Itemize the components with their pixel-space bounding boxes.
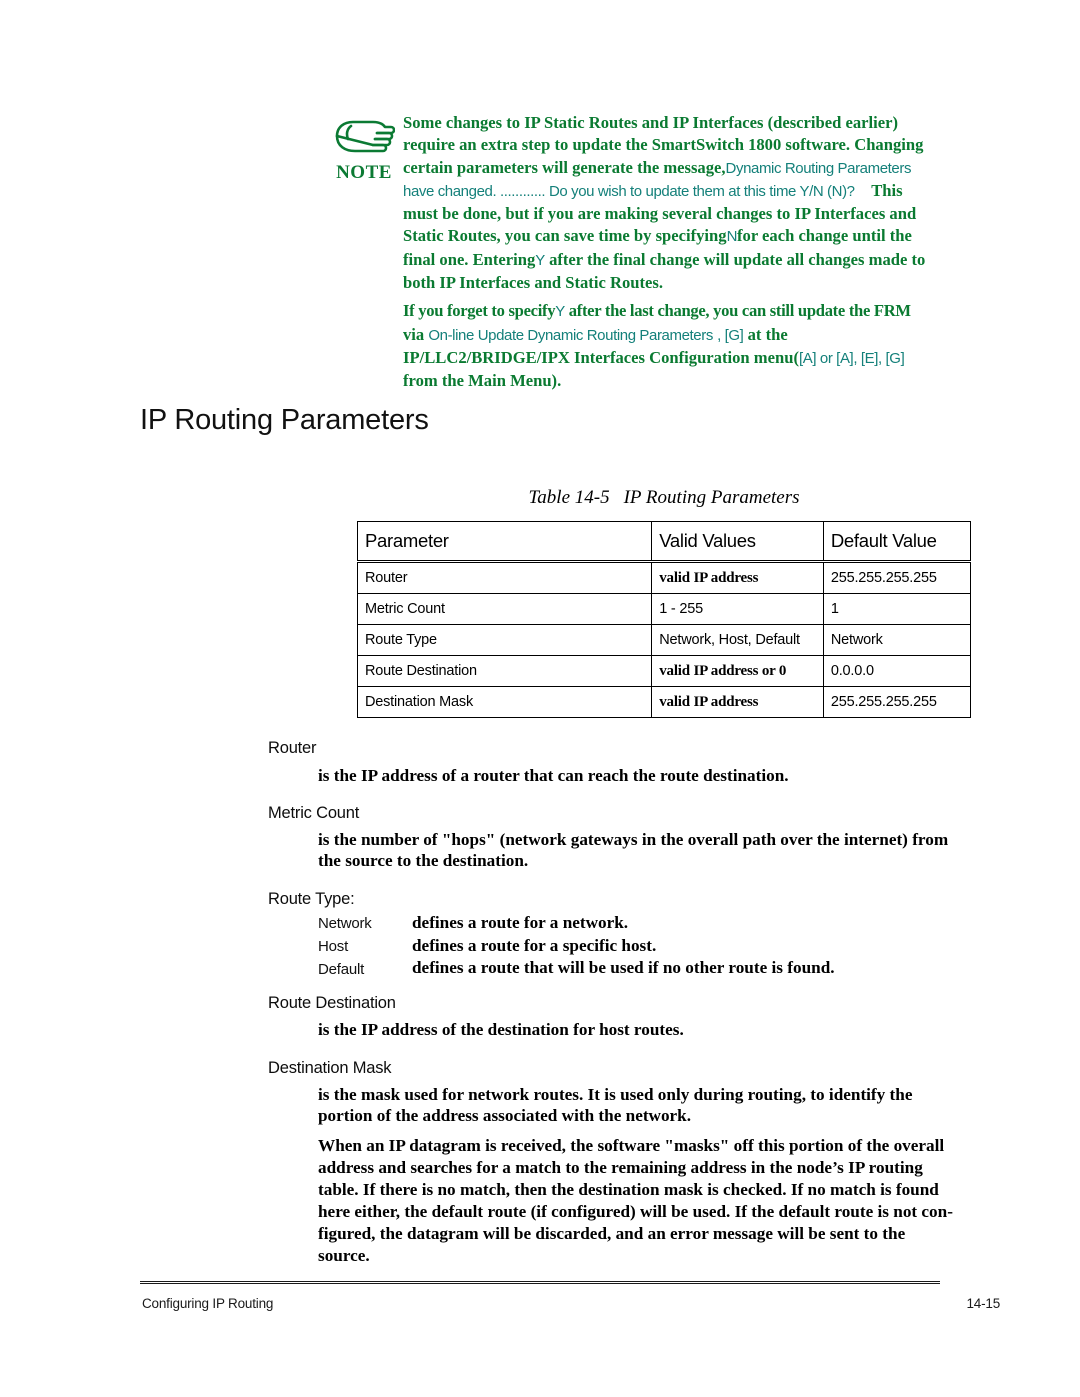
note-icon-group: NOTE <box>325 118 403 182</box>
note-line-3: certain parameters will generate the mes… <box>403 157 912 177</box>
definition-body-destination-mask-line2: portion of the address associated with t… <box>318 1106 692 1125</box>
cell-parameter: Router <box>356 560 653 594</box>
definition-body-metric-count-line2: the source to the destination. <box>318 851 529 870</box>
table-row: Destination Mask valid IP address 255.25… <box>356 686 972 718</box>
cell-parameter: Route Type <box>356 624 653 656</box>
table-row: Router valid IP address 255.255.255.255 <box>356 560 972 594</box>
destination-mask-para2-line3: table. If there is no match, then the de… <box>318 1180 939 1199</box>
note-menu-key-g: , [G] <box>717 326 744 344</box>
definition-body-router: is the IP address of a router that can r… <box>318 766 789 785</box>
cell-valid-values: valid IP address <box>651 686 824 718</box>
ip-routing-parameters-table: Parameter Valid Values Default Value Rou… <box>356 521 972 718</box>
pointing-hand-icon <box>325 118 403 162</box>
cell-default-value: 255.255.255.255 <box>822 686 972 718</box>
definition-term-route-type: Route Type: <box>268 890 355 908</box>
subdefn-host: defines a route for a specific host. <box>412 936 657 955</box>
table-row: Metric Count 1 - 255 1 <box>356 593 972 625</box>
subterm-host: Host <box>318 938 349 955</box>
destination-mask-para2-line2: address and searches for a match to the … <box>318 1158 923 1177</box>
cell-valid-values: valid IP address or 0 <box>651 655 824 687</box>
note-p2-line-4: from the Main Menu). <box>403 371 562 391</box>
note-key-y2: Y <box>555 303 565 321</box>
note-line-4: have changed. ............ Do you wish t… <box>403 180 903 200</box>
cell-valid-values: Network, Host, Default <box>651 624 824 656</box>
definition-body-destination-mask-line1: is the mask used for network routes. It … <box>318 1085 913 1104</box>
note-line-5: must be done, but if you are making seve… <box>403 204 917 224</box>
cell-parameter: Route Destination <box>356 655 653 687</box>
note-message-name: Dynamic Routing Parameters <box>725 159 912 177</box>
column-header-valid-values: Valid Values <box>651 521 824 562</box>
destination-mask-para2-line5: figured, the datagram will be discarded,… <box>318 1224 906 1243</box>
note-key-n: N <box>726 228 738 246</box>
definition-term-router: Router <box>268 739 317 757</box>
table-title: IP Routing Parameters <box>623 487 800 508</box>
column-header-default-value: Default Value <box>822 521 972 562</box>
cell-valid-values: valid IP address <box>651 560 824 594</box>
cell-default-value: 1 <box>822 593 972 625</box>
table-caption: Table 14-5 IP Routing Parameters <box>357 487 971 509</box>
note-callout: NOTE Some changes to IP Static Routes an… <box>325 112 1025 393</box>
table-row: Route Type Network, Host, Default Networ… <box>356 624 972 656</box>
cell-default-value: Network <box>822 624 972 656</box>
destination-mask-para2-line4: here either, the default route (if confi… <box>318 1202 953 1221</box>
cell-parameter: Destination Mask <box>356 686 653 718</box>
note-line-1: Some changes to IP Static Routes and IP … <box>403 113 898 132</box>
subdefn-network: defines a route for a network. <box>412 913 629 932</box>
destination-mask-para2-line6: source. <box>318 1246 370 1265</box>
note-line-8: both IP Interfaces and Static Routes. <box>403 273 663 293</box>
note-line-6: Static Routes, you can save time by spec… <box>403 226 912 246</box>
table-header-row: Parameter Valid Values Default Value <box>356 521 972 562</box>
note-key-y: Y <box>535 251 545 269</box>
document-page: NOTE Some changes to IP Static Routes an… <box>0 0 1080 1397</box>
note-body: Some changes to IP Static Routes and IP … <box>403 112 1025 393</box>
note-line-7: final one. EnteringY after the final cha… <box>403 249 926 269</box>
subdefn-default: defines a route that will be used if no … <box>412 958 835 977</box>
note-line-2: require an extra step to update the Smar… <box>403 135 924 155</box>
cell-default-value: 0.0.0.0 <box>822 655 972 687</box>
column-header-parameter: Parameter <box>356 521 653 562</box>
table-number: Table 14-5 <box>528 487 610 508</box>
footer-page-number: 14-15 <box>966 1296 1000 1311</box>
footer-chapter-title: Configuring IP Routing <box>142 1296 274 1311</box>
table-row: Route Destination valid IP address or 0 … <box>356 655 972 687</box>
note-p2-line-1: If you forget to specifyY after the last… <box>403 301 911 321</box>
definition-term-destination-mask: Destination Mask <box>268 1059 392 1077</box>
cell-default-value: 255.255.255.255 <box>822 560 972 594</box>
definition-body-route-destination: is the IP address of the destination for… <box>318 1020 684 1039</box>
footer-divider <box>140 1281 940 1284</box>
destination-mask-para2-line1: When an IP datagram is received, the sof… <box>318 1136 945 1155</box>
note-message-text: have changed. ............ Do you wish t… <box>403 182 855 200</box>
page-title: IP Routing Parameters <box>140 404 429 436</box>
note-p2-line-3: IP/LLC2/BRIDGE/IPX Interfaces Configurat… <box>403 347 905 367</box>
cell-valid-values: 1 - 255 <box>651 593 824 625</box>
note-label: NOTE <box>336 162 392 183</box>
subterm-default: Default <box>318 961 365 978</box>
definition-term-metric-count: Metric Count <box>268 804 360 822</box>
note-p2-line-2: via On-line Update Dynamic Routing Param… <box>403 324 788 344</box>
definition-term-route-destination: Route Destination <box>268 994 396 1012</box>
subterm-network: Network <box>318 915 372 932</box>
note-menu-path: On-line Update Dynamic Routing Parameter… <box>428 326 713 344</box>
cell-parameter: Metric Count <box>356 593 653 625</box>
note-menu-keys: [A] or [A], [E], [G] <box>798 349 905 367</box>
definition-body-metric-count-line1: is the number of "hops" (network gateway… <box>318 830 949 849</box>
